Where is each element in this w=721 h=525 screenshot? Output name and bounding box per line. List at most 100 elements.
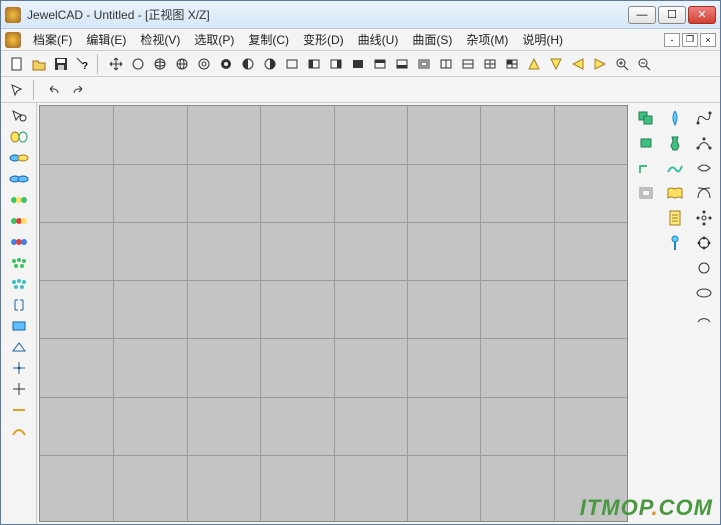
cluster-blue-button[interactable] — [5, 275, 33, 293]
new-file-button[interactable] — [7, 54, 27, 74]
grid-line — [407, 106, 408, 521]
triangle-down-yellow-button[interactable] — [546, 54, 566, 74]
axis-tool-button[interactable] — [5, 359, 33, 377]
circle-tool-button[interactable] — [128, 54, 148, 74]
menu-curve[interactable]: 曲线(U) — [352, 29, 405, 50]
ring-outline-button[interactable] — [194, 54, 214, 74]
rect-blue-button[interactable] — [5, 317, 33, 335]
wave-button[interactable] — [663, 157, 687, 179]
rect-filled-button[interactable] — [348, 54, 368, 74]
minimize-button[interactable]: — — [628, 6, 656, 24]
watermark-dot: . — [652, 495, 659, 520]
crosshair-tool-button[interactable] — [5, 380, 33, 398]
zoom-out-button[interactable] — [634, 54, 654, 74]
gems-green-button[interactable] — [5, 191, 33, 209]
grid-line — [187, 106, 188, 521]
ellipse-plain-button[interactable] — [692, 282, 716, 304]
move-tool-button[interactable] — [106, 54, 126, 74]
ellipse-yellow-button[interactable] — [5, 128, 33, 146]
bracket-tool-button[interactable] — [5, 296, 33, 314]
grid-line — [554, 106, 555, 521]
arc-plain-button[interactable] — [692, 307, 716, 329]
menu-help[interactable]: 说明(H) — [516, 29, 569, 50]
menu-misc[interactable]: 杂项(M) — [460, 29, 514, 50]
maximize-button[interactable]: ☐ — [658, 6, 686, 24]
pointer-tool-button[interactable] — [7, 80, 27, 100]
save-file-button[interactable] — [51, 54, 71, 74]
pin-button[interactable] — [663, 232, 687, 254]
toolbar-separator — [97, 54, 102, 74]
menu-view[interactable]: 检视(V) — [134, 29, 186, 50]
grid-line — [40, 455, 627, 456]
rect-split-h-button[interactable] — [458, 54, 478, 74]
redo-button[interactable] — [68, 80, 88, 100]
ring-filled-button[interactable] — [216, 54, 236, 74]
secondary-toolbar — [1, 77, 720, 103]
line-yellow-button[interactable] — [5, 401, 33, 419]
circle-nodes-button[interactable] — [692, 232, 716, 254]
rect-bottom-button[interactable] — [392, 54, 412, 74]
zoom-in-button[interactable] — [612, 54, 632, 74]
mdi-minimize-button[interactable]: - — [664, 33, 680, 47]
select-tool-button[interactable] — [5, 107, 33, 125]
circle-plain-button[interactable] — [692, 257, 716, 279]
mdi-controls: - ❐ × — [664, 33, 716, 47]
grid-line — [40, 338, 627, 339]
ellipse-pair-button[interactable] — [5, 170, 33, 188]
curve-s-button[interactable] — [692, 107, 716, 129]
curve-bezier-button[interactable] — [692, 132, 716, 154]
grid-lines — [40, 106, 627, 521]
rect-right-button[interactable] — [326, 54, 346, 74]
triangle-left-yellow-button[interactable] — [568, 54, 588, 74]
layer-frame-button[interactable] — [634, 182, 658, 204]
arc-yellow-button[interactable] — [5, 422, 33, 440]
curve-cross-button[interactable] — [692, 182, 716, 204]
shape-tool-button[interactable] — [5, 338, 33, 356]
vase-button[interactable] — [663, 132, 687, 154]
grid-line — [40, 222, 627, 223]
mdi-close-button[interactable]: × — [700, 33, 716, 47]
rect-top-button[interactable] — [370, 54, 390, 74]
open-file-button[interactable] — [29, 54, 49, 74]
watermark: ITMOP.COM — [580, 495, 713, 521]
layer-overlap-button[interactable] — [634, 107, 658, 129]
layer-corner-button[interactable] — [634, 157, 658, 179]
half-ring-right-button[interactable] — [260, 54, 280, 74]
gems-red-button[interactable] — [5, 212, 33, 230]
rect-frame-button[interactable] — [414, 54, 434, 74]
viewport[interactable] — [39, 105, 628, 522]
menu-select[interactable]: 选取(P) — [188, 29, 240, 50]
gems-blue-button[interactable] — [5, 233, 33, 251]
rect-left-button[interactable] — [304, 54, 324, 74]
grid-line — [334, 106, 335, 521]
menu-file[interactable]: 档案(F) — [27, 29, 78, 50]
undo-button[interactable] — [44, 80, 64, 100]
grid-line — [260, 106, 261, 521]
close-button[interactable]: ✕ — [688, 6, 716, 24]
triangle-up-yellow-button[interactable] — [524, 54, 544, 74]
rect-grid-button[interactable] — [480, 54, 500, 74]
rect-shaded-button[interactable] — [502, 54, 522, 74]
gem-drop-button[interactable] — [663, 107, 687, 129]
rect-split-v-button[interactable] — [436, 54, 456, 74]
globe-front-button[interactable] — [150, 54, 170, 74]
mdi-restore-button[interactable]: ❐ — [682, 33, 698, 47]
grid-canvas[interactable] — [40, 106, 627, 521]
half-ring-left-button[interactable] — [238, 54, 258, 74]
menu-edit[interactable]: 编辑(E) — [80, 29, 132, 50]
page-button[interactable] — [663, 207, 687, 229]
star-nodes-button[interactable] — [692, 207, 716, 229]
menu-copy[interactable]: 复制(C) — [242, 29, 295, 50]
help-button[interactable]: ? — [73, 54, 93, 74]
menu-surface[interactable]: 曲面(S) — [406, 29, 458, 50]
svg-text:?: ? — [82, 61, 88, 71]
layer-small-button[interactable] — [634, 132, 658, 154]
cluster-green-button[interactable] — [5, 254, 33, 272]
curve-edit-button[interactable] — [692, 157, 716, 179]
rect-outline-button[interactable] — [282, 54, 302, 74]
triangle-right-yellow-button[interactable] — [590, 54, 610, 74]
menu-deform[interactable]: 变形(D) — [297, 29, 350, 50]
book-button[interactable] — [663, 182, 687, 204]
globe-side-button[interactable] — [172, 54, 192, 74]
ellipse-blue-button[interactable] — [5, 149, 33, 167]
